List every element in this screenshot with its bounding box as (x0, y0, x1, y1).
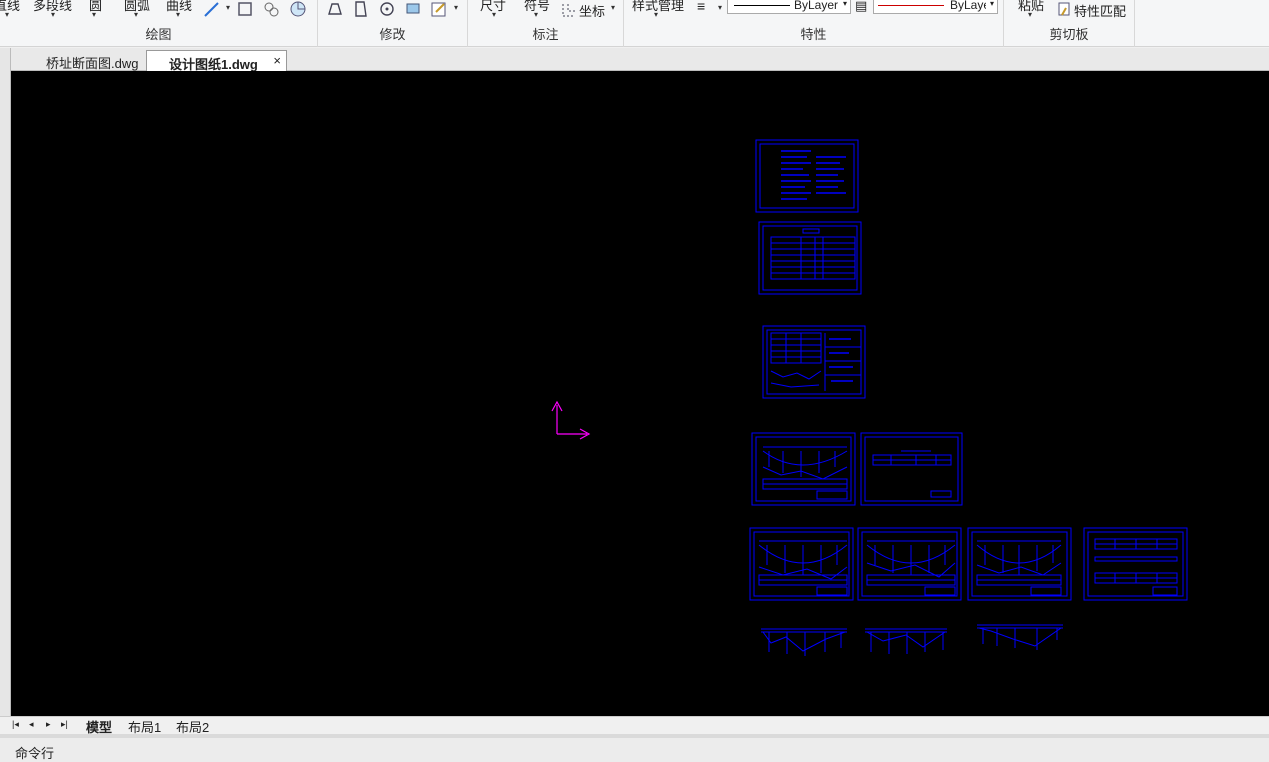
dropdown-arrow-icon[interactable]: ▾ (51, 10, 55, 19)
list-icon[interactable]: ≡ (697, 0, 705, 14)
properties-group: 样式管理 ▾ ≡ ▾ ByLayer ▾ ▤ ByLayer ▾ 特性 (624, 0, 1004, 47)
linetype-value: ByLayer (794, 0, 839, 12)
modify-group-label: 修改 (379, 27, 406, 42)
bridge-profile[interactable] (865, 628, 947, 654)
drawing-sheet[interactable] (749, 527, 854, 601)
line-tool-icon[interactable] (203, 0, 221, 18)
rectangle-tool-icon[interactable] (236, 0, 254, 18)
draw-group-label: 绘图 (145, 27, 172, 42)
dropdown-arrow-icon[interactable]: ▾ (5, 10, 9, 19)
chevron-down-icon: ▾ (989, 0, 994, 8)
drawing-sheet[interactable] (755, 139, 859, 213)
drawing-sheet[interactable] (762, 325, 866, 399)
drawing-canvas[interactable] (11, 71, 1269, 716)
match-properties-icon[interactable] (1056, 1, 1074, 19)
doc-tab-label: 桥址断面图.dwg (46, 56, 139, 71)
layout-tabs-bar: |◂ ◂ ▸ ▸| 模型 布局1 布局2 (0, 716, 1269, 735)
dropdown-arrow-icon[interactable]: ▾ (92, 10, 96, 19)
copy-tool-icon[interactable] (352, 0, 370, 18)
region-tool-icon[interactable] (289, 0, 307, 18)
ucs-icon (551, 400, 591, 440)
lineweight-value: ByLayer (950, 0, 986, 12)
dropdown-arrow-icon[interactable]: ▾ (654, 10, 658, 19)
hatch-tool-icon[interactable] (262, 0, 280, 18)
coordinate-button[interactable]: 坐标 (579, 1, 605, 20)
model-space (551, 139, 1188, 656)
dropdown-arrow-icon[interactable]: ▾ (492, 10, 496, 19)
lineweight-icon[interactable]: ▤ (855, 0, 867, 14)
dropdown-arrow-icon[interactable]: ▾ (226, 3, 230, 12)
drawing-sheet[interactable] (857, 527, 962, 601)
bridge-profile[interactable] (761, 628, 847, 656)
clipboard-group: 粘贴 ▾ 特性匹配 剪切板 (1004, 0, 1135, 47)
drawing-sheet[interactable] (860, 432, 963, 506)
drawing-sheet[interactable] (967, 527, 1072, 601)
drawing-sheet[interactable] (1083, 527, 1188, 601)
edit-tool-icon[interactable] (430, 0, 448, 18)
rotate-tool-icon[interactable] (378, 0, 396, 18)
line-button[interactable]: 直线 (0, 0, 20, 14)
dropdown-arrow-icon[interactable]: ▾ (718, 3, 722, 12)
dropdown-arrow-icon[interactable]: ▾ (176, 10, 180, 19)
dropdown-arrow-icon[interactable]: ▾ (534, 10, 538, 19)
drawing-sheet[interactable] (758, 221, 862, 295)
dropdown-arrow-icon[interactable]: ▾ (134, 10, 138, 19)
move-tool-icon[interactable] (326, 0, 344, 18)
linetype-sample-icon (734, 5, 790, 6)
left-panel-strip[interactable] (0, 48, 11, 718)
doc-tab-label: 设计图纸1.dwg (169, 57, 258, 72)
chevron-down-icon: ▾ (842, 0, 847, 8)
doc-tab-bridge-section[interactable]: 桥址断面图.dwg (18, 50, 146, 71)
lineweight-select[interactable]: ByLayer ▾ (873, 0, 998, 14)
command-line[interactable]: 命令行 (0, 734, 1269, 762)
document-tabs: 桥址断面图.dwg 设计图纸1.dwg × (0, 48, 1269, 72)
dropdown-arrow-icon[interactable]: ▾ (454, 3, 458, 12)
mirror-tool-icon[interactable] (404, 0, 422, 18)
clipboard-group-label: 剪切板 (1049, 27, 1089, 42)
close-icon[interactable]: × (273, 53, 281, 68)
draw-group: 直线 多段线 圆 圆弧 曲线 ▾ ▾ ▾ ▾ ▾ ▾ 绘图 (0, 0, 318, 47)
dropdown-arrow-icon[interactable]: ▾ (611, 3, 615, 12)
dropdown-arrow-icon[interactable]: ▾ (1028, 10, 1032, 19)
coordinate-icon[interactable] (560, 1, 578, 19)
last-tab-icon[interactable]: ▸| (61, 719, 68, 730)
annotate-group-label: 标注 (532, 27, 559, 42)
properties-group-label: 特性 (800, 27, 827, 42)
first-tab-icon[interactable]: |◂ (12, 719, 19, 730)
next-tab-icon[interactable]: ▸ (46, 719, 51, 730)
linetype-select[interactable]: ByLayer ▾ (727, 0, 851, 14)
drawing-sheet[interactable] (751, 432, 856, 506)
command-line-label: 命令行 (15, 746, 55, 761)
doc-tab-design-drawing[interactable]: 设计图纸1.dwg × (146, 50, 287, 72)
modify-group: ▾ 修改 (318, 0, 468, 47)
bridge-profile[interactable] (977, 624, 1063, 650)
lineweight-sample-icon (878, 5, 944, 6)
annotate-group: 尺寸 符号 ▾ ▾ 坐标 ▾ 标注 (468, 0, 624, 47)
match-properties-button[interactable]: 特性匹配 (1074, 1, 1126, 20)
prev-tab-icon[interactable]: ◂ (29, 719, 34, 730)
ribbon: 直线 多段线 圆 圆弧 曲线 ▾ ▾ ▾ ▾ ▾ ▾ 绘图 ▾ 修改 尺寸 符号… (0, 0, 1269, 47)
